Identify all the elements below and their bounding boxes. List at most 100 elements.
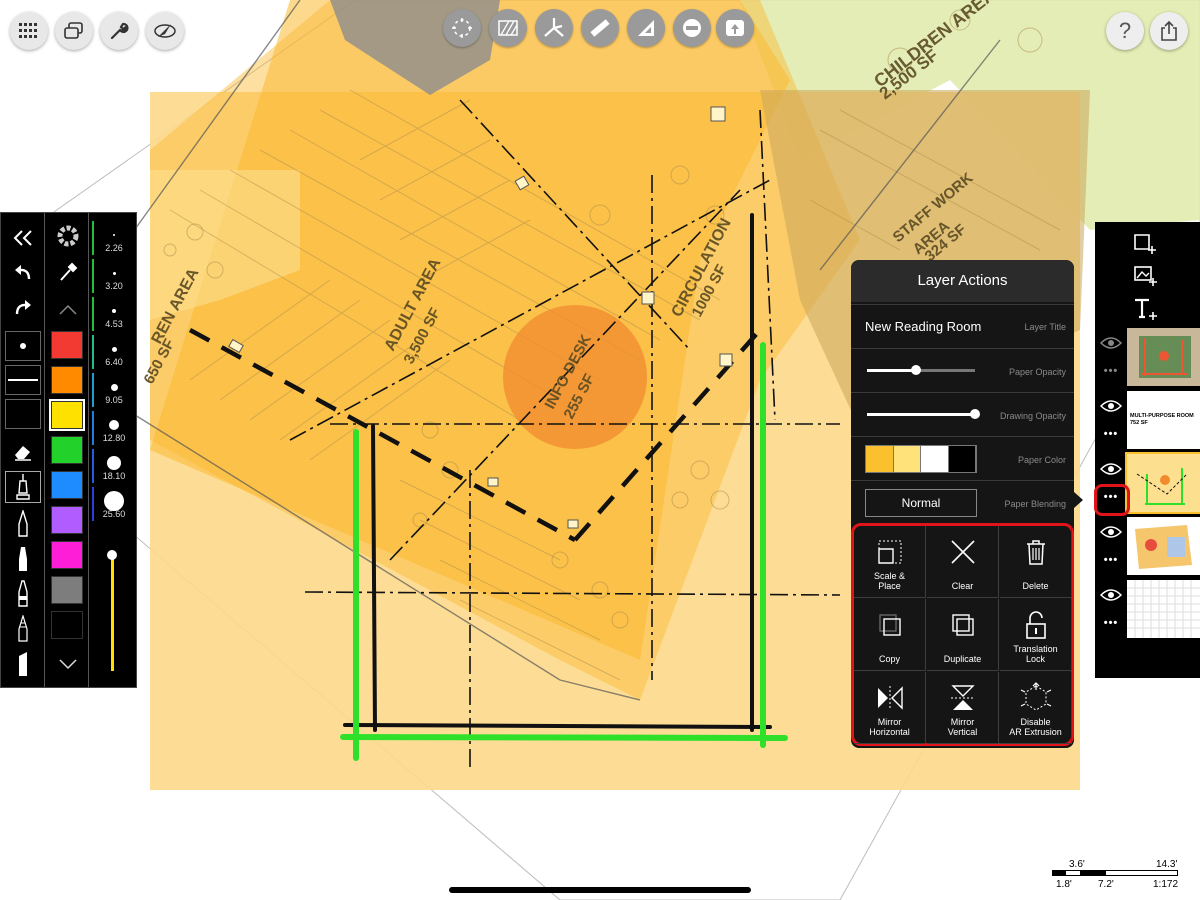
layer-title-value[interactable]: New Reading Room — [865, 319, 981, 334]
blending-mode-button[interactable]: Normal — [865, 489, 977, 517]
paper-color-option[interactable] — [921, 446, 949, 472]
color-swatch[interactable] — [51, 471, 83, 499]
eyedropper-button[interactable] — [50, 257, 86, 287]
brush-size-dot[interactable] — [110, 383, 118, 391]
text-layer-button[interactable] — [1125, 294, 1165, 324]
eye-icon[interactable] — [1099, 525, 1123, 539]
ar-extrusion-action[interactable]: Disable AR Extrusion — [1000, 672, 1072, 744]
navigate-button[interactable] — [146, 12, 184, 50]
color-swatch[interactable] — [51, 576, 83, 604]
brush-tool[interactable] — [5, 613, 41, 645]
tripod-tool[interactable] — [535, 9, 573, 47]
fill-style-button[interactable] — [5, 399, 41, 429]
image-layer-button[interactable] — [1125, 260, 1165, 290]
action-label: Mirror Vertical — [927, 717, 998, 737]
colors-scroll-down[interactable] — [50, 649, 86, 679]
layer-actions-title: Layer Actions — [851, 260, 1074, 302]
unlock-action[interactable]: Translation Lock — [1000, 599, 1072, 671]
shape-tool[interactable] — [673, 9, 711, 47]
new-layer-button[interactable] — [1125, 228, 1165, 258]
layer-thumbnail[interactable] — [1127, 517, 1200, 575]
layer-title-caption: Layer Title — [1024, 322, 1066, 332]
opacity-slider[interactable] — [107, 550, 117, 671]
layer-options-button[interactable]: ••• — [1098, 555, 1124, 566]
eye-icon[interactable] — [1099, 462, 1123, 476]
brush-size-dot[interactable] — [112, 309, 116, 313]
drawing-opacity-knob[interactable] — [970, 409, 980, 419]
help-button[interactable]: ? — [1106, 12, 1144, 50]
paper-color-option[interactable] — [866, 446, 894, 472]
scale-label-top-left: 3.6' — [1069, 859, 1085, 870]
settings-button[interactable] — [100, 12, 138, 50]
brush-size-dot[interactable] — [111, 346, 117, 352]
paper-color-option[interactable] — [893, 446, 921, 472]
stamp-tool[interactable] — [716, 9, 754, 47]
duplicate-action[interactable]: Duplicate — [927, 599, 999, 671]
trash-action[interactable]: Delete — [1000, 526, 1072, 598]
paper-color-option[interactable] — [948, 446, 976, 472]
eye-icon[interactable] — [1099, 588, 1123, 602]
brush-size-dot[interactable] — [109, 420, 119, 430]
layer-thumbnail[interactable]: MULTI-PURPOSE ROOM 752 SF — [1127, 391, 1200, 449]
layer-title-row[interactable]: New Reading Room Layer Title — [851, 304, 1074, 348]
layer-thumbnail[interactable] — [1127, 328, 1200, 386]
color-swatch[interactable] — [49, 399, 85, 431]
collapse-button[interactable] — [5, 223, 41, 253]
color-swatch[interactable] — [51, 541, 83, 569]
layer-thumbnail[interactable] — [1125, 452, 1200, 514]
eraser-tool[interactable] — [5, 437, 41, 467]
pencil-tool[interactable] — [5, 508, 41, 540]
paper-opacity-slider[interactable] — [867, 365, 975, 375]
mirror-horizontal-action[interactable]: Mirror Horizontal — [854, 672, 926, 744]
apps-grid-button[interactable] — [10, 12, 48, 50]
eye-icon[interactable] — [1099, 399, 1123, 413]
felt-pen-tool[interactable] — [5, 578, 41, 610]
action-label-line1: Scale & — [873, 571, 906, 581]
opacity-slider-knob[interactable] — [107, 550, 117, 560]
paper-color-picker[interactable] — [865, 445, 977, 473]
layer-options-button[interactable]: ••• — [1098, 429, 1124, 440]
colors-column — [46, 213, 89, 687]
canvas-stage[interactable]: CHILDREN AREA 2,500 SF STAFF WORK AREA 3… — [0, 0, 1200, 900]
technical-pen-tool[interactable] — [5, 471, 41, 503]
marker-tool[interactable] — [5, 543, 41, 575]
layer-action-grid: Scale & Place Clear Delete Copy Duplicate Tran… — [851, 523, 1074, 746]
layer-options-button[interactable]: ••• — [1098, 618, 1124, 629]
eye-icon[interactable] — [1099, 336, 1123, 350]
paper-opacity-knob[interactable] — [910, 365, 921, 375]
tripod-icon — [544, 18, 564, 37]
color-swatch[interactable] — [51, 611, 83, 639]
dot-size-button[interactable] — [5, 331, 41, 361]
trash-icon — [1000, 536, 1071, 568]
color-swatch[interactable] — [51, 331, 83, 359]
copy-action[interactable]: Copy — [854, 599, 926, 671]
redo-button[interactable] — [5, 292, 41, 322]
color-wheel-button[interactable] — [50, 221, 86, 251]
brush-size-dot[interactable] — [104, 491, 124, 511]
colors-scroll-up[interactable] — [50, 295, 86, 325]
triangle-tool[interactable] — [627, 9, 665, 47]
drawing-opacity-slider[interactable] — [867, 409, 980, 419]
chevron-down-icon — [59, 659, 77, 670]
mirror-vertical-action[interactable]: Mirror Vertical — [927, 672, 999, 744]
highlighter-tool[interactable] — [5, 648, 41, 680]
color-swatch[interactable] — [51, 506, 83, 534]
line-style-button[interactable] — [5, 365, 41, 395]
color-swatch[interactable] — [51, 366, 83, 394]
clear-x-action[interactable]: Clear — [927, 526, 999, 598]
brush-size-dot[interactable] — [112, 271, 116, 275]
layers-panel: ••• ••• MULTI-PURPOSE ROOM 752 SF ••• ••• ••• — [1095, 222, 1200, 678]
scale-place-action[interactable]: Scale & Place — [854, 526, 926, 598]
ruler-tool[interactable] — [581, 9, 619, 47]
share-button[interactable] — [1150, 12, 1188, 50]
windows-button[interactable] — [55, 12, 93, 50]
home-indicator[interactable] — [449, 887, 751, 893]
layer-thumbnail[interactable] — [1127, 580, 1200, 638]
layer-options-button[interactable]: ••• — [1098, 366, 1124, 377]
brush-size-dot[interactable] — [113, 234, 115, 236]
hatch-tool[interactable] — [489, 9, 527, 47]
undo-button[interactable] — [5, 257, 41, 287]
brush-size-dot[interactable] — [107, 456, 121, 470]
color-swatch[interactable] — [51, 436, 83, 464]
select-move-tool[interactable] — [443, 9, 481, 47]
